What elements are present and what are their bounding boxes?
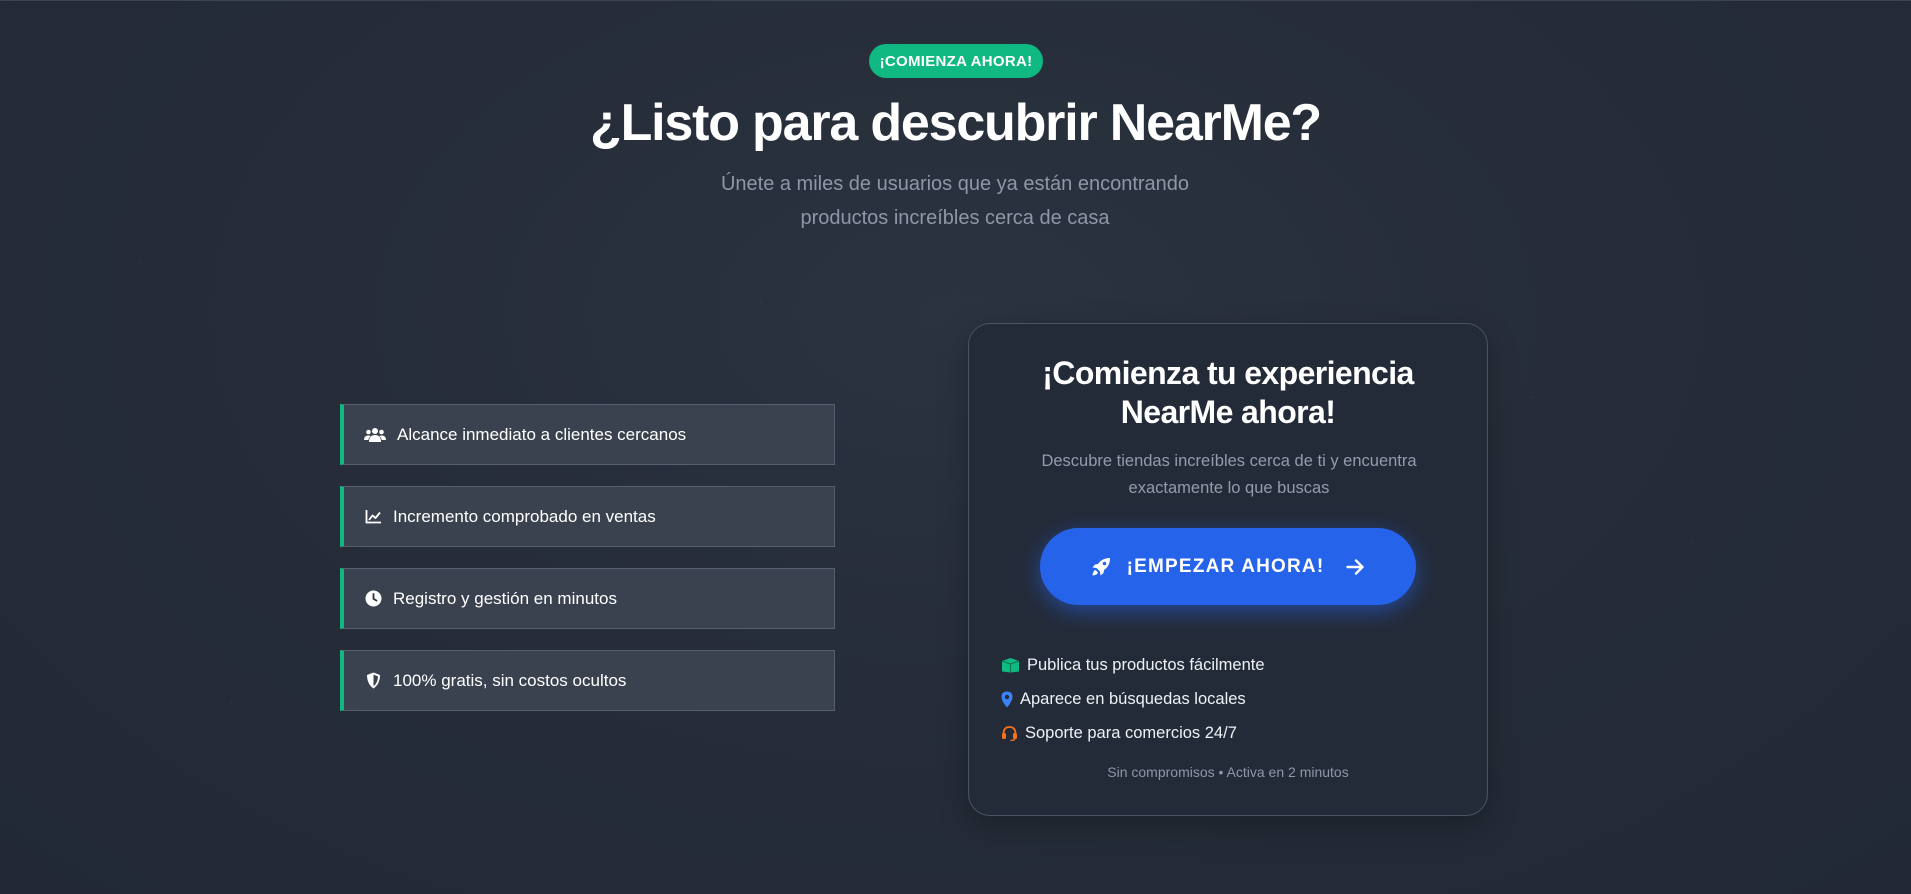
card-footnote: Sin compromisos • Activa en 2 minutos <box>1107 764 1349 780</box>
page-title: ¿Listo para descubrir NearMe? <box>590 94 1322 152</box>
background-dot <box>760 301 762 303</box>
map-pin-icon <box>1001 691 1013 708</box>
cta-section: ¡COMIENZA AHORA! ¿Listo para descubrir N… <box>0 0 1911 894</box>
feature-label: Registro y gestión en minutos <box>393 588 617 608</box>
perk-item-support: Soporte para comercios 24/7 <box>1001 722 1237 744</box>
headset-icon <box>1001 725 1018 741</box>
users-icon <box>363 425 387 445</box>
feature-label: Incremento comprobado en ventas <box>393 506 656 526</box>
page-subtitle-line: productos increíbles cerca de casa <box>800 207 1110 229</box>
card-subtitle-line: Descubre tiendas increíbles cerca de ti … <box>1041 452 1417 470</box>
signup-card: ¡Comienza tu experiencia NearMe ahora! D… <box>968 323 1488 816</box>
perk-label: Publica tus productos fácilmente <box>1027 655 1265 674</box>
shield-icon <box>363 671 383 691</box>
background-dot <box>1690 541 1692 543</box>
box-icon <box>1001 657 1020 673</box>
feature-item-reach: Alcance inmediato a clientes cercanos <box>340 404 835 465</box>
page-subtitle: Únete a miles de usuarios que ya están e… <box>655 167 1255 235</box>
start-now-button-label: ¡EMPEZAR AHORA! <box>1126 555 1325 577</box>
feature-item-free: 100% gratis, sin costos ocultos <box>340 650 835 711</box>
feature-label: 100% gratis, sin costos ocultos <box>393 670 627 690</box>
perk-item-publish: Publica tus productos fácilmente <box>1001 654 1265 676</box>
feature-item-sales: Incremento comprobado en ventas <box>340 486 835 547</box>
perk-item-local-search: Aparece en búsquedas locales <box>1001 688 1246 710</box>
card-subtitle-line: exactamente lo que buscas <box>1128 479 1330 497</box>
card-title-line: NearMe ahora! <box>1120 394 1336 430</box>
perk-label: Aparece en búsquedas locales <box>1020 689 1246 708</box>
background-dot <box>230 701 232 703</box>
card-subtitle: Descubre tiendas increíbles cerca de ti … <box>1009 448 1449 502</box>
page-subtitle-line: Únete a miles de usuarios que ya están e… <box>720 173 1190 195</box>
rocket-icon <box>1091 557 1111 577</box>
card-title-line: ¡Comienza tu experiencia <box>1042 355 1414 391</box>
background-dot <box>1530 396 1532 398</box>
start-now-badge: ¡COMIENZA AHORA! <box>869 44 1043 78</box>
feature-item-registration: Registro y gestión en minutos <box>340 568 835 629</box>
feature-label: Alcance inmediato a clientes cercanos <box>397 424 687 444</box>
background-dot <box>140 261 142 263</box>
chart-line-icon <box>363 507 383 527</box>
perk-label: Soporte para comercios 24/7 <box>1025 723 1237 742</box>
start-now-button[interactable]: ¡EMPEZAR AHORA! <box>1040 528 1416 605</box>
arrow-right-icon <box>1346 558 1365 575</box>
card-title: ¡Comienza tu experiencia NearMe ahora! <box>969 354 1487 432</box>
clock-icon <box>363 589 383 609</box>
